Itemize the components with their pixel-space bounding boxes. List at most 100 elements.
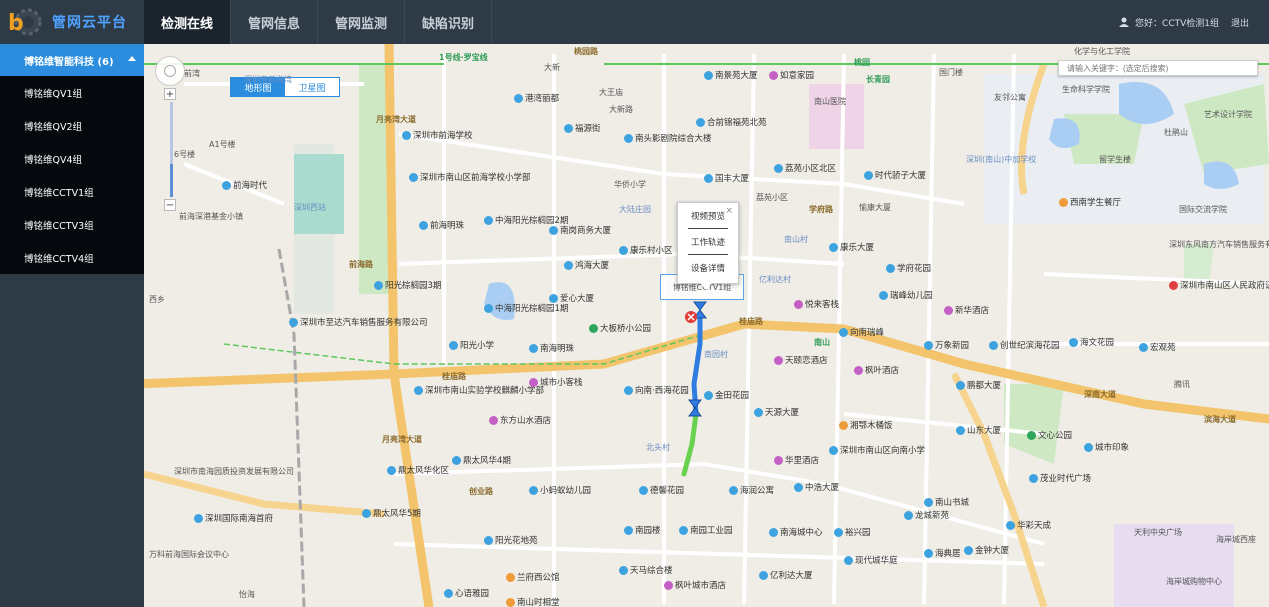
map-poi[interactable]: 深圳市南山区人民政府证民办公室 <box>1169 279 1269 291</box>
map-poi[interactable]: 东方山水酒店 <box>489 414 551 426</box>
map-poi[interactable]: 康乐村小区 <box>619 244 673 256</box>
map-poi[interactable]: 宏观苑 <box>1139 341 1176 353</box>
map-poi[interactable]: 悦来客栈 <box>794 298 839 310</box>
map-poi[interactable]: 海文花园 <box>1069 336 1114 348</box>
map-poi[interactable]: 大板桥小公园 <box>589 322 651 334</box>
map-poi[interactable]: 福源街 <box>564 122 601 134</box>
map-poi[interactable]: 爱心大厦 <box>549 292 594 304</box>
map-poi[interactable]: 枫叶酒店 <box>854 364 899 376</box>
logout-link[interactable]: 退出 <box>1231 16 1249 29</box>
map-poi[interactable]: 兰府西公馆 <box>506 571 560 583</box>
map-poi[interactable]: 华里酒店 <box>774 454 819 466</box>
map-poi[interactable]: 时代骄子大厦 <box>864 169 926 181</box>
device-end-marker-icon[interactable] <box>688 399 702 417</box>
map-poi[interactable]: 阳光小学 <box>449 339 494 351</box>
map-poi[interactable]: 南山时相堂 <box>506 596 560 607</box>
map-poi[interactable]: 现代城华庭 <box>844 554 898 566</box>
map-poi[interactable]: 华彩天成 <box>1006 519 1051 531</box>
map-poi[interactable]: 鼎太风华4期 <box>452 454 511 466</box>
map-poi[interactable]: 前海时代 <box>222 179 267 191</box>
map-poi[interactable]: 万象新园 <box>924 339 969 351</box>
map-poi[interactable]: 天源大厦 <box>754 406 799 418</box>
map-poi[interactable]: 天马综合楼 <box>619 564 673 576</box>
map-poi[interactable]: 中浩大厦 <box>794 481 839 493</box>
map-search-input[interactable] <box>1058 60 1258 76</box>
map-poi[interactable]: 学府花园 <box>886 262 931 274</box>
tab-pipe-monitor[interactable]: 管网监测 <box>318 0 405 44</box>
device-details-button[interactable]: 设备详情 <box>678 255 738 280</box>
map-poi[interactable]: 亿利达大厦 <box>759 569 813 581</box>
map-poi[interactable]: 裕兴园 <box>834 526 871 538</box>
map-poi[interactable]: 海典居 <box>924 547 961 559</box>
map-canvas[interactable]: 地形图 卫星图 + − 桃园路 大新 1号线·罗宝线 港湾丽都 福源街 大王庙 … <box>144 44 1269 607</box>
map-poi[interactable]: 国丰大厦 <box>704 172 749 184</box>
map-poi[interactable]: 荔苑小区北区 <box>774 162 836 174</box>
map-poi[interactable]: 山东大厦 <box>956 424 1001 436</box>
map-poi[interactable]: 鼎太风华5期 <box>362 507 421 519</box>
map-poi[interactable]: 心语雅园 <box>444 587 489 599</box>
map-poi[interactable]: 向南·西海花园 <box>624 384 689 396</box>
map-poi[interactable]: 鹏都大厦 <box>956 379 1001 391</box>
map-poi[interactable]: 合前锦福苑北苑 <box>696 116 767 128</box>
map-poi[interactable]: 小蚂蚁幼儿园 <box>529 484 591 496</box>
map-poi[interactable]: 深圳市南山区前海学校小学部 <box>409 171 531 183</box>
map-poi[interactable]: 向南瑞峰 <box>839 326 884 338</box>
sidebar-item[interactable]: 博铭维QV2组 <box>0 109 144 142</box>
map-poi[interactable]: 南头影剧院综合大楼 <box>624 132 712 144</box>
map-poi[interactable]: 瑞峰幼儿园 <box>879 289 933 301</box>
map-poi[interactable]: 深圳市南山实验学校麒麟小学部 <box>414 384 544 396</box>
map-poi[interactable]: 城市印象 <box>1084 441 1129 453</box>
map-poi[interactable]: 南山书城 <box>924 496 969 508</box>
sidebar-item[interactable]: 博铭维QV4组 <box>0 142 144 175</box>
map-poi[interactable]: 龙城新苑 <box>904 509 949 521</box>
map-type-satellite-button[interactable]: 卫星图 <box>285 78 339 96</box>
map-poi[interactable]: 创世纪滨海花园 <box>989 339 1060 351</box>
map-poi[interactable]: 前海明珠 <box>419 219 464 231</box>
alert-marker-icon[interactable] <box>684 308 698 326</box>
map-poi[interactable]: 南海明珠 <box>529 342 574 354</box>
tab-online-detection[interactable]: 检测在线 <box>144 0 231 44</box>
map-poi[interactable]: 鼎太风华化区 <box>387 464 449 476</box>
map-poi[interactable]: 湘鄂木桶饭 <box>839 419 893 431</box>
tab-defect-recognition[interactable]: 缺陷识别 <box>405 0 492 44</box>
sidebar-group-header[interactable]: 博铭维智能科技 (6) <box>0 44 144 76</box>
zoom-slider[interactable] <box>169 102 173 197</box>
map-poi[interactable]: 南园工业园 <box>679 524 733 536</box>
map-poi[interactable]: 文心公园 <box>1027 429 1072 441</box>
map-poi[interactable]: 南岗商务大厦 <box>549 224 611 236</box>
close-icon[interactable]: × <box>725 206 733 216</box>
map-poi[interactable]: 新华酒店 <box>944 304 989 316</box>
map-poi[interactable]: 港湾丽都 <box>514 92 559 104</box>
work-track-button[interactable]: 工作轨迹 <box>678 229 738 254</box>
zoom-out-button[interactable]: − <box>164 199 176 211</box>
map-poi[interactable]: 金田花园 <box>704 389 749 401</box>
map-poi[interactable]: 茂业时代广场 <box>1029 472 1091 484</box>
map-poi[interactable]: 西南学生餐厅 <box>1059 196 1121 208</box>
map-poi[interactable]: 枫叶城市酒店 <box>664 579 726 591</box>
zoom-in-button[interactable]: + <box>164 88 176 100</box>
sidebar-item[interactable]: 博铭维QV1组 <box>0 76 144 109</box>
map-poi[interactable]: 城市小客栈 <box>529 376 583 388</box>
sidebar-item[interactable]: 博铭维CCTV4组 <box>0 241 144 274</box>
map-poi[interactable]: 海润公寓 <box>729 484 774 496</box>
sidebar-item[interactable]: 博铭维CCTV1组 <box>0 175 144 208</box>
map-poi[interactable]: 如意家园 <box>769 69 814 81</box>
map-poi[interactable]: 阳光花地苑 <box>484 534 538 546</box>
map-poi[interactable]: 深圳市前海学校 <box>402 129 473 141</box>
map-poi[interactable]: 深圳国际南海首府 <box>194 512 273 524</box>
map-poi[interactable]: 深圳市至达汽车销售服务有限公司 <box>289 316 428 328</box>
map-poi[interactable]: 南海城中心 <box>769 526 823 538</box>
map-poi[interactable]: 金钟大厦 <box>964 544 1009 556</box>
map-poi[interactable]: 阳光棕榈园3期 <box>374 279 441 291</box>
map-poi[interactable]: 德馨花园 <box>639 484 684 496</box>
pan-control[interactable] <box>155 56 185 86</box>
map-poi[interactable]: 鸿海大厦 <box>564 259 609 271</box>
brand[interactable]: b 管网云平台 <box>0 0 144 44</box>
map-poi[interactable]: 深圳市南山区向南小学 <box>829 444 925 456</box>
map-poi[interactable]: 康乐大厦 <box>829 241 874 253</box>
map-poi[interactable]: 南园楼 <box>624 524 661 536</box>
map-poi[interactable]: 天颐恋酒店 <box>774 354 828 366</box>
map-poi[interactable]: 南景苑大厦 <box>704 69 758 81</box>
tab-pipe-info[interactable]: 管网信息 <box>231 0 318 44</box>
sidebar-item[interactable]: 博铭维CCTV3组 <box>0 208 144 241</box>
